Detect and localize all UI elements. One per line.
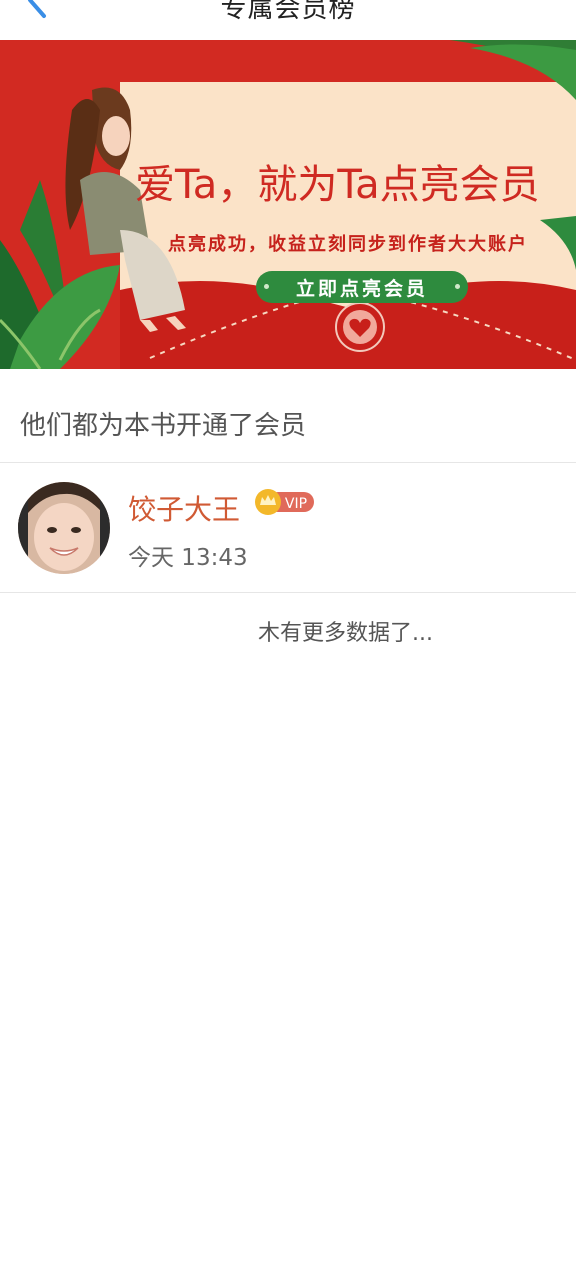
member-timestamp: 今天 13:43: [128, 545, 248, 571]
section-heading: 他们都为本书开通了会员: [20, 411, 307, 441]
vip-crown-badge-icon: VIP: [255, 489, 314, 515]
avatar[interactable]: [18, 482, 110, 574]
divider: [0, 462, 576, 463]
vip-badge-label: VIP: [285, 496, 307, 512]
promo-banner[interactable]: 爱Ta，就为Ta点亮会员 点亮成功，收益立刻同步到作者大大账户 立即点亮会员: [0, 40, 576, 369]
button-label: 立即点亮会员: [295, 277, 428, 300]
divider: [0, 592, 576, 593]
top-nav-bar: 专属会员榜: [0, 0, 576, 38]
light-up-membership-button[interactable]: 立即点亮会员: [256, 271, 468, 303]
banner-title: 爱Ta，就为Ta点亮会员: [135, 162, 540, 208]
page-title: 专属会员榜: [220, 0, 356, 24]
banner-subtitle: 点亮成功，收益立刻同步到作者大大账户: [168, 234, 528, 255]
member-list-item[interactable]: 饺子大王 VIP 今天 13:43: [0, 464, 576, 592]
button-dot-right: [455, 284, 460, 289]
member-name[interactable]: 饺子大王: [128, 488, 240, 528]
no-more-data-text: 木有更多数据了...: [258, 621, 433, 646]
button-dot-left: [264, 284, 269, 289]
avatar-photo: [18, 482, 110, 574]
